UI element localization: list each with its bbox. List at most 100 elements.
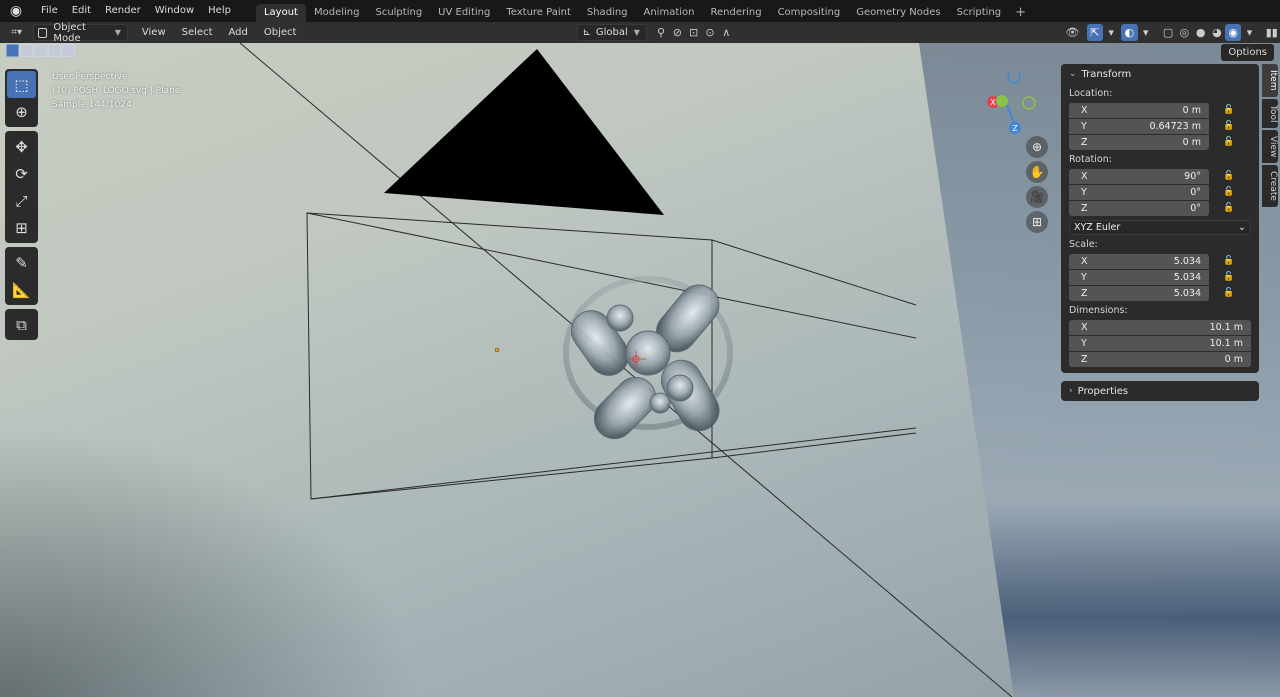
select-invert-icon[interactable] — [48, 44, 61, 57]
tab-tool[interactable]: Tool — [1262, 98, 1278, 128]
menu-select[interactable]: Select — [174, 22, 221, 43]
scale-y-field[interactable]: Y 5.034 — [1069, 269, 1209, 285]
rotate-tool-icon[interactable]: ⟳ — [7, 160, 36, 187]
menu-window[interactable]: Window — [148, 0, 201, 22]
dimensions-z-field[interactable]: Z 0 m — [1069, 351, 1251, 367]
camera-view-icon[interactable]: 🎥 — [1026, 186, 1048, 208]
annotate-tool-icon[interactable]: ✎ — [7, 249, 36, 276]
sidebar-toggle-icon[interactable]: ▮▮ — [1264, 24, 1280, 41]
orientation-dropdown[interactable]: ⊾ Global ▼ — [577, 24, 647, 41]
tab-uv-editing[interactable]: UV Editing — [430, 4, 498, 22]
menu-add[interactable]: Add — [221, 22, 256, 43]
navigation-gizmo[interactable]: X Z — [975, 73, 1045, 143]
tab-geometry-nodes[interactable]: Geometry Nodes — [848, 4, 948, 22]
field-value: 5.034 — [1173, 255, 1201, 267]
scale-x-field[interactable]: X 5.034 — [1069, 253, 1209, 269]
select-subtract-icon[interactable] — [34, 44, 47, 57]
tab-layout[interactable]: Layout — [255, 4, 306, 22]
proportional-editing-icon[interactable]: ⊙ — [702, 24, 718, 41]
lock-icon[interactable]: 🔓 — [1223, 137, 1237, 147]
scale-z-field[interactable]: Z 5.034 — [1069, 285, 1209, 301]
gizmo-toggle-icon[interactable]: ⇱ — [1086, 24, 1103, 41]
axis-label: X — [1081, 170, 1088, 182]
rotation-mode-dropdown[interactable]: XYZ Euler ⌄ — [1069, 220, 1251, 235]
render-sample-text: Sample 144/1024 — [52, 100, 132, 110]
xray-toggle-icon[interactable]: ▢ — [1160, 24, 1176, 41]
lock-icon[interactable]: 🔓 — [1223, 121, 1237, 131]
select-new-icon[interactable] — [6, 44, 19, 57]
menu-object[interactable]: Object — [256, 22, 305, 43]
transform-header[interactable]: ⌄ Transform — [1061, 64, 1259, 84]
dimensions-x-field[interactable]: X 10.1 m — [1069, 319, 1251, 335]
lock-icon[interactable]: 🔓 — [1223, 272, 1237, 282]
rotation-z-field[interactable]: Z 0° — [1069, 200, 1209, 216]
transform-tool-icon[interactable]: ⊞ — [7, 214, 36, 241]
tab-view[interactable]: View — [1262, 129, 1278, 164]
cursor-tool-icon[interactable]: ⊕ — [7, 98, 36, 125]
solid-shading-icon[interactable]: ● — [1192, 24, 1208, 41]
editor-type-icon[interactable]: ⌗▾ — [4, 24, 29, 41]
tab-sculpting[interactable]: Sculpting — [367, 4, 430, 22]
overlays-toggle-icon[interactable]: ◐ — [1121, 24, 1138, 41]
falloff-icon[interactable]: ∧ — [718, 24, 734, 41]
snap-target-icon[interactable]: ⊡ — [686, 24, 702, 41]
rotation-y-field[interactable]: Y 0° — [1069, 184, 1209, 200]
location-z-field[interactable]: Z 0 m — [1069, 134, 1209, 150]
add-workspace-button[interactable]: + — [1009, 4, 1032, 22]
location-y-field[interactable]: Y 0.64723 m — [1069, 118, 1209, 134]
field-value: 0.64723 m — [1149, 120, 1201, 132]
mode-dropdown[interactable]: Object Mode ▼ — [33, 21, 128, 44]
menu-file[interactable]: File — [34, 0, 65, 22]
tab-shading[interactable]: Shading — [579, 4, 636, 22]
scale-tool-icon[interactable]: ⤢ — [7, 187, 36, 214]
field-value: 0 m — [1182, 104, 1201, 116]
rotation-x-field[interactable]: X 90° — [1069, 168, 1209, 184]
move-tool-icon[interactable]: ✥ — [7, 133, 36, 160]
menu-render[interactable]: Render — [98, 0, 148, 22]
wireframe-shading-icon[interactable]: ◎ — [1176, 24, 1192, 41]
perspective-grid-icon[interactable]: ⊞ — [1026, 211, 1048, 233]
dimensions-y-field[interactable]: Y 10.1 m — [1069, 335, 1251, 351]
menu-help[interactable]: Help — [201, 0, 238, 22]
tab-animation[interactable]: Animation — [636, 4, 703, 22]
lock-icon[interactable]: 🔓 — [1223, 105, 1237, 115]
tab-modeling[interactable]: Modeling — [306, 4, 368, 22]
tab-rendering[interactable]: Rendering — [702, 4, 769, 22]
options-button[interactable]: Options — [1221, 44, 1274, 61]
properties-header[interactable]: › Properties — [1061, 381, 1259, 401]
measure-tool-icon[interactable]: 📐 — [7, 276, 36, 303]
add-cube-tool-icon[interactable]: ⧉ — [7, 311, 36, 338]
chevron-down-icon[interactable]: ▾ — [1138, 24, 1154, 41]
rendered-shading-icon[interactable]: ◉ — [1225, 24, 1242, 41]
lock-icon[interactable]: 🔓 — [1223, 256, 1237, 266]
lock-icon[interactable]: 🔓 — [1223, 203, 1237, 213]
tab-texture-paint[interactable]: Texture Paint — [498, 4, 579, 22]
lock-icon[interactable]: 🔓 — [1223, 288, 1237, 298]
lock-icon[interactable]: 🔓 — [1223, 171, 1237, 181]
tab-item[interactable]: Item — [1262, 64, 1278, 97]
location-x-field[interactable]: X 0 m — [1069, 102, 1209, 118]
select-intersect-icon[interactable] — [62, 44, 75, 57]
lock-icon[interactable]: 🔓 — [1223, 187, 1237, 197]
blender-logo-icon[interactable]: ◉ — [8, 3, 24, 19]
active-object-text: (70) POSH_LOGO.svg | Plane — [52, 86, 181, 96]
z-negative-axis-icon — [1007, 73, 1021, 84]
tab-compositing[interactable]: Compositing — [770, 4, 849, 22]
zoom-icon[interactable]: ⊕ — [1026, 136, 1048, 158]
properties-panel[interactable]: › Properties — [1061, 381, 1259, 401]
menu-edit[interactable]: Edit — [65, 0, 98, 22]
visibility-icon[interactable]: 👁 — [1064, 24, 1080, 41]
mode-label: Object Mode — [53, 21, 86, 44]
pivot-point-icon[interactable]: ⚲ — [653, 24, 669, 41]
tab-scripting[interactable]: Scripting — [949, 4, 1009, 22]
select-box-tool-icon[interactable]: ⬚ — [7, 71, 36, 98]
chevron-down-icon[interactable]: ▾ — [1241, 24, 1257, 41]
pan-hand-icon[interactable]: ✋ — [1026, 161, 1048, 183]
material-shading-icon[interactable]: ◕ — [1209, 24, 1225, 41]
snap-icon[interactable]: ⊘ — [669, 24, 685, 41]
tab-create[interactable]: Create — [1262, 165, 1278, 208]
axis-label: Y — [1081, 186, 1087, 198]
chevron-down-icon[interactable]: ▾ — [1103, 24, 1119, 41]
select-extend-icon[interactable] — [20, 44, 33, 57]
menu-view[interactable]: View — [134, 22, 174, 43]
